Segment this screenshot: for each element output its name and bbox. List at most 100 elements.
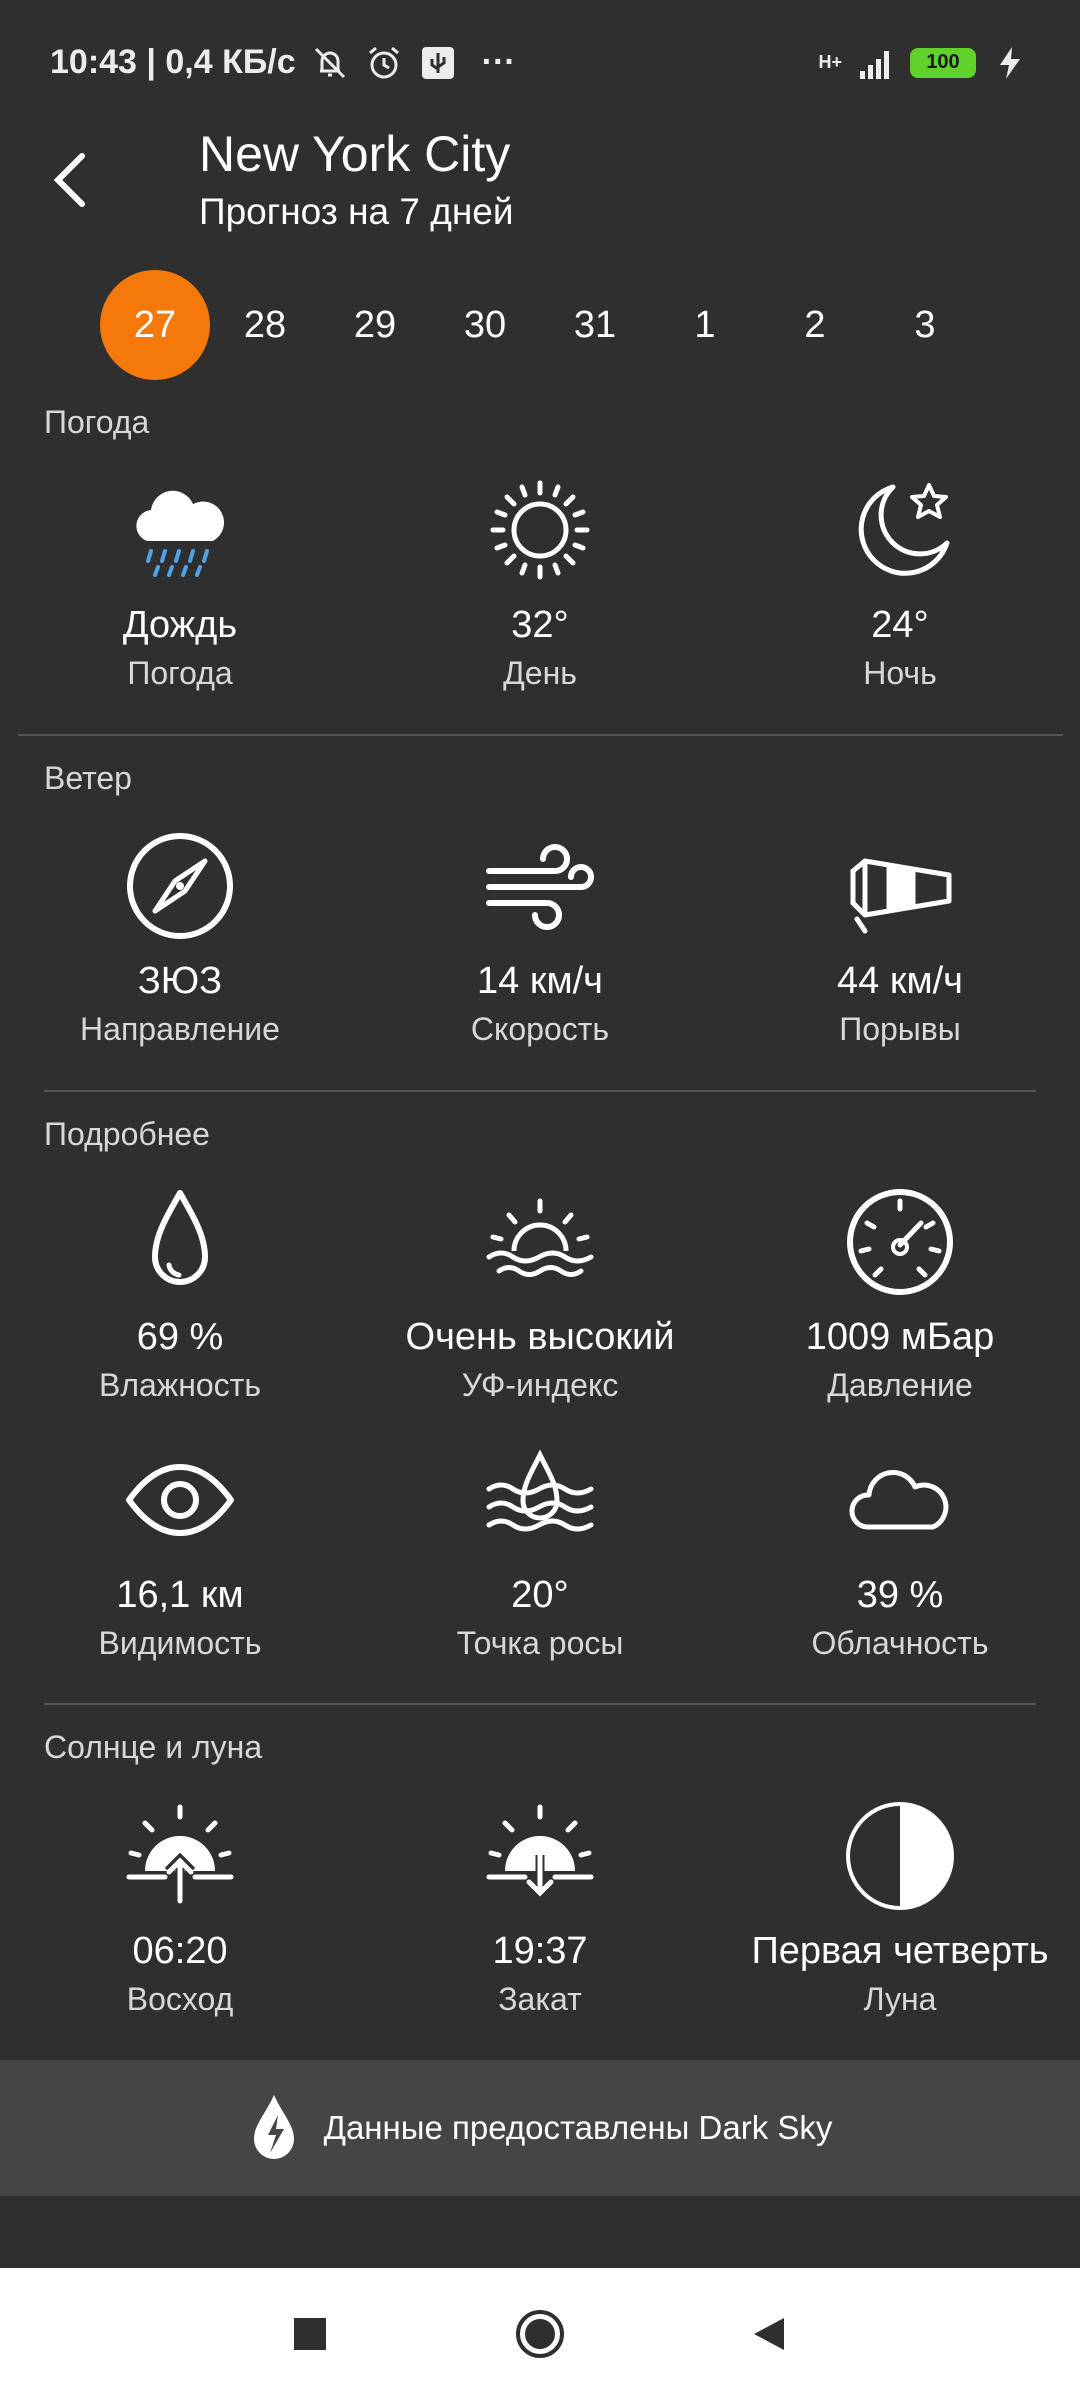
pressure-label: Давление <box>827 1367 973 1403</box>
cloudiness-cell: 39 % Облачность <box>720 1440 1080 1662</box>
day-item[interactable]: 30 <box>430 270 540 380</box>
visibility-cell: 16,1 км Видимость <box>0 1440 360 1662</box>
bell-off-icon <box>314 47 345 78</box>
cloud-icon <box>840 1440 960 1560</box>
gauge-icon <box>840 1182 960 1302</box>
details-row-1: 69 % Влажность Очень высокий УФ-индекс 1… <box>0 1182 1080 1404</box>
sunset-label: Закат <box>498 1981 582 2017</box>
dew-point-icon <box>480 1440 600 1560</box>
day-temp-cell: 32° День <box>360 470 720 692</box>
wind-icon <box>480 826 600 946</box>
day-item-selected[interactable]: 27 <box>100 270 210 380</box>
moon-phase-cell: Первая четверть Луна <box>720 1796 1080 2018</box>
header: New York City Прогноз на 7 дней <box>0 125 1080 245</box>
sunrise-value: 06:20 <box>132 1930 228 1972</box>
section-label-sun-moon: Солнце и луна <box>44 1729 263 1765</box>
dew-point-value: 20° <box>511 1574 569 1616</box>
wind-speed-cell: 14 км/ч Скорость <box>360 826 720 1048</box>
triangle-back-icon <box>754 2318 784 2350</box>
uv-index-label: УФ-индекс <box>461 1367 619 1403</box>
usb-icon <box>421 46 454 79</box>
weather-condition-cell: Дождь Погода <box>0 470 360 692</box>
divider <box>44 1090 1036 1092</box>
day-item[interactable]: 29 <box>320 270 430 380</box>
night-temp-cell: 24° Ночь <box>720 470 1080 692</box>
day-item[interactable]: 1 <box>650 270 760 380</box>
day-number: 30 <box>463 303 507 346</box>
visibility-label: Видимость <box>98 1625 262 1661</box>
moon-phase-value: Первая четверть <box>751 1930 1049 1972</box>
wind-direction-cell: ЗЮЗ Направление <box>0 826 360 1048</box>
section-label-details: Подробнее <box>44 1116 210 1152</box>
sunrise-cell: 06:20 Восход <box>0 1796 360 2018</box>
signal-icon <box>860 50 889 79</box>
half-moon-icon <box>840 1796 960 1916</box>
humidity-value: 69 % <box>136 1316 224 1358</box>
pressure-cell: 1009 мБар Давление <box>720 1182 1080 1404</box>
moon-star-icon <box>840 470 960 590</box>
day-number: 31 <box>573 303 617 346</box>
more-notifications-icon: ··· <box>481 43 516 81</box>
day-item[interactable]: 3 <box>870 270 980 380</box>
wind-speed-value: 14 км/ч <box>477 960 603 1002</box>
day-item[interactable]: 31 <box>540 270 650 380</box>
rain-cloud-icon <box>120 470 240 590</box>
uv-index-cell: Очень высокий УФ-индекс <box>360 1182 720 1404</box>
attribution-text: Данные предоставлены Dark Sky <box>323 2109 833 2146</box>
sun-icon <box>480 470 600 590</box>
droplet-icon <box>120 1182 240 1302</box>
sunrise-icon <box>120 1796 240 1916</box>
back-nav-button[interactable] <box>740 2304 800 2364</box>
day-number: 1 <box>694 303 716 346</box>
dew-point-label: Точка росы <box>456 1625 624 1661</box>
sunset-value: 19:37 <box>492 1930 588 1972</box>
section-label-wind: Ветер <box>44 760 132 796</box>
wind-row: ЗЮЗ Направление 14 км/ч Скорость 44 км/ч… <box>0 826 1080 1048</box>
day-number: 27 <box>133 303 177 346</box>
charging-icon <box>1000 46 1020 79</box>
day-item[interactable]: 2 <box>760 270 870 380</box>
square-icon <box>294 2318 326 2350</box>
weather-detail-screen: 10:43 | 0,4 КБ/с ··· H+ 100 New York Cit… <box>0 0 1080 2400</box>
alarm-icon <box>368 46 399 78</box>
day-selector: 27 28 29 30 31 1 2 3 <box>100 270 980 384</box>
system-navigation-bar <box>0 2268 1080 2400</box>
day-number: 28 <box>243 303 287 346</box>
network-type: H+ <box>818 52 842 72</box>
sun-horizon-icon <box>480 1182 600 1302</box>
humidity-label: Влажность <box>98 1367 261 1403</box>
home-button[interactable] <box>510 2304 570 2364</box>
weather-condition-label: Погода <box>127 655 233 691</box>
wind-speed-label: Скорость <box>470 1011 610 1047</box>
night-temp-label: Ночь <box>863 655 937 691</box>
sun-moon-row: 06:20 Восход 19:37 Закат Первая четверть… <box>0 1796 1080 2018</box>
back-arrow-icon <box>53 153 85 207</box>
day-number: 3 <box>914 303 936 346</box>
dark-sky-attribution[interactable]: Данные предоставлены Dark Sky <box>0 2060 1080 2196</box>
section-label-weather: Погода <box>44 404 150 440</box>
details-row-2: 16,1 км Видимость 20° Точка росы 39 % Об… <box>0 1440 1080 1662</box>
status-bar: 10:43 | 0,4 КБ/с ··· H+ 100 <box>0 0 1080 125</box>
compass-icon <box>120 826 240 946</box>
recents-button[interactable] <box>280 2304 340 2364</box>
day-temp-value: 32° <box>511 604 569 646</box>
sunset-cell: 19:37 Закат <box>360 1796 720 2018</box>
weather-row: Дождь Погода 32° День 24° Ночь <box>0 470 1080 692</box>
uv-index-value: Очень высокий <box>405 1316 675 1358</box>
day-number: 29 <box>353 303 397 346</box>
battery-level: 100 <box>926 51 960 73</box>
sunrise-label: Восход <box>126 1981 234 2017</box>
dark-sky-logo-icon <box>253 2095 294 2159</box>
night-temp-value: 24° <box>871 604 929 646</box>
status-right: H+ 100 <box>818 43 1030 83</box>
back-button[interactable] <box>36 145 106 215</box>
wind-gusts-label: Порывы <box>839 1011 961 1047</box>
windsock-icon <box>840 826 960 946</box>
status-left: 10:43 | 0,4 КБ/с ··· <box>50 43 516 83</box>
day-number: 2 <box>804 303 826 346</box>
wind-gusts-value: 44 км/ч <box>837 960 963 1002</box>
day-item[interactable]: 28 <box>210 270 320 380</box>
divider <box>44 1703 1036 1705</box>
home-circle-icon <box>516 2310 564 2358</box>
visibility-value: 16,1 км <box>116 1574 244 1616</box>
